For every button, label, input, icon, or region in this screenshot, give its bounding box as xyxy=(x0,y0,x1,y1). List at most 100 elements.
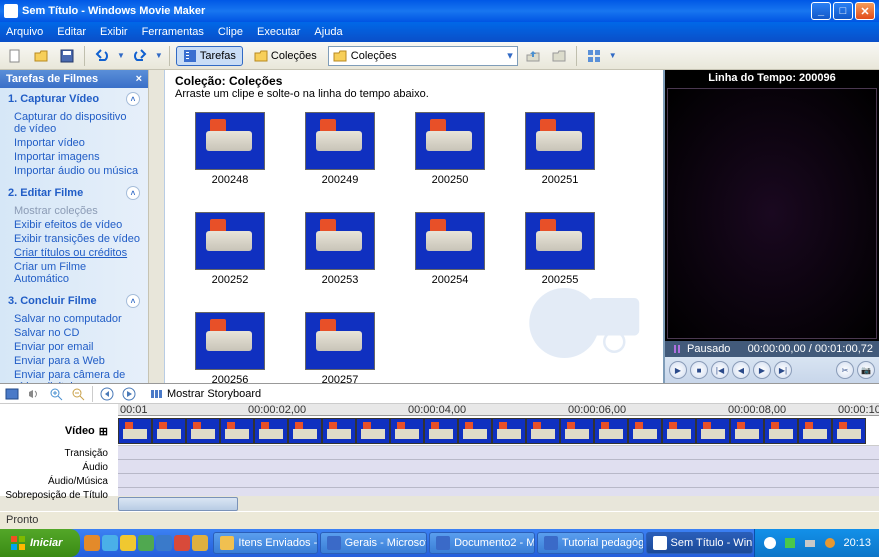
link-video-effects[interactable]: Exibir efeitos de vídeo xyxy=(8,218,140,232)
link-titles-credits[interactable]: Criar títulos ou créditos xyxy=(8,246,140,260)
clip-thumb[interactable]: 200248 xyxy=(175,112,285,212)
timeline-clip[interactable] xyxy=(186,418,220,444)
link-capture-device[interactable]: Capturar do dispositivo de vídeo xyxy=(8,110,140,136)
clip-thumb[interactable]: 200251 xyxy=(505,112,615,212)
link-send-web[interactable]: Enviar para a Web xyxy=(8,354,140,368)
start-button[interactable]: Iniciar xyxy=(0,529,80,557)
audiomusic-track[interactable] xyxy=(118,474,879,488)
link-send-email[interactable]: Enviar por email xyxy=(8,340,140,354)
taskbar-button[interactable]: Itens Enviados - Micr... xyxy=(213,532,317,554)
previous-frame-button[interactable]: ◀ xyxy=(732,361,750,379)
new-folder-button[interactable] xyxy=(548,45,570,67)
clip-thumb[interactable]: 200256 xyxy=(175,312,285,383)
view-dropdown-icon[interactable]: ▼ xyxy=(609,51,617,60)
menu-exibir[interactable]: Exibir xyxy=(100,26,128,38)
timeline-scrollbar[interactable] xyxy=(0,496,879,512)
quick-launch-icon[interactable] xyxy=(102,535,118,551)
quick-launch-icon[interactable] xyxy=(138,535,154,551)
up-level-button[interactable] xyxy=(522,45,544,67)
forward-end-button[interactable]: ▶| xyxy=(774,361,792,379)
timeline-tracks[interactable]: 00:01 00:00:02,00 00:00:04,00 00:00:06,0… xyxy=(118,404,879,496)
menu-editar[interactable]: Editar xyxy=(57,26,86,38)
timeline-toggle-button[interactable] xyxy=(4,386,20,402)
tray-icon[interactable] xyxy=(763,536,777,550)
show-storyboard-button[interactable]: Mostrar Storyboard xyxy=(143,384,268,404)
clock[interactable]: 20:13 xyxy=(843,537,871,549)
rewind-start-button[interactable]: |◀ xyxy=(711,361,729,379)
timeline-clip[interactable] xyxy=(764,418,798,444)
clip-thumb[interactable]: 200250 xyxy=(395,112,505,212)
narrate-button[interactable] xyxy=(26,386,42,402)
link-auto-movie[interactable]: Criar um Filme Automático xyxy=(8,260,140,286)
audio-track[interactable] xyxy=(118,460,879,474)
rewind-button[interactable] xyxy=(99,386,115,402)
menu-arquivo[interactable]: Arquivo xyxy=(6,26,43,38)
link-import-audio[interactable]: Importar áudio ou música xyxy=(8,164,140,178)
transition-track[interactable] xyxy=(118,446,879,460)
redo-button[interactable] xyxy=(129,45,151,67)
menu-ferramentas[interactable]: Ferramentas xyxy=(142,26,204,38)
timeline-clip[interactable] xyxy=(254,418,288,444)
timeline-clip[interactable] xyxy=(628,418,662,444)
sidebar-scrollbar[interactable] xyxy=(148,70,164,383)
collections-toggle[interactable]: Coleções xyxy=(247,46,324,66)
link-import-video[interactable]: Importar vídeo xyxy=(8,136,140,150)
quick-launch-icon[interactable] xyxy=(192,535,208,551)
zoom-in-button[interactable] xyxy=(48,386,64,402)
split-button[interactable]: ✂ xyxy=(836,361,854,379)
undo-dropdown-icon[interactable]: ▼ xyxy=(117,51,125,60)
play-timeline-button[interactable] xyxy=(121,386,137,402)
taskbar-button[interactable]: Tutorial pedagógico p... xyxy=(537,532,644,554)
section-capture[interactable]: 1. Capturar Vídeo˄ xyxy=(8,92,140,106)
timeline-clip[interactable] xyxy=(118,418,152,444)
timeline-clip[interactable] xyxy=(798,418,832,444)
timeline-clip[interactable] xyxy=(458,418,492,444)
timeline-clip[interactable] xyxy=(560,418,594,444)
timeline-clip[interactable] xyxy=(730,418,764,444)
link-show-collections[interactable]: Mostrar coleções xyxy=(8,204,140,218)
timeline-clip[interactable] xyxy=(356,418,390,444)
quick-launch-icon[interactable] xyxy=(84,535,100,551)
collection-dropdown[interactable]: Coleções ▾ xyxy=(328,46,518,66)
close-tasks-button[interactable]: × xyxy=(136,73,142,85)
section-finish[interactable]: 3. Concluir Filme˄ xyxy=(8,294,140,308)
timeline-clip[interactable] xyxy=(424,418,458,444)
clip-thumb[interactable]: 200249 xyxy=(285,112,395,212)
tasks-toggle[interactable]: Tarefas xyxy=(176,46,243,66)
new-button[interactable] xyxy=(4,45,26,67)
video-track[interactable] xyxy=(118,416,879,446)
next-frame-button[interactable]: ▶ xyxy=(753,361,771,379)
link-save-cd[interactable]: Salvar no CD xyxy=(8,326,140,340)
timeline-ruler[interactable]: 00:01 00:00:02,00 00:00:04,00 00:00:06,0… xyxy=(118,404,879,416)
undo-button[interactable] xyxy=(91,45,113,67)
timeline-clip[interactable] xyxy=(152,418,186,444)
stop-button[interactable]: ■ xyxy=(690,361,708,379)
view-button[interactable] xyxy=(583,45,605,67)
timeline-clip[interactable] xyxy=(662,418,696,444)
menu-executar[interactable]: Executar xyxy=(257,26,300,38)
clip-thumb[interactable]: 200253 xyxy=(285,212,395,312)
timeline-clip[interactable] xyxy=(696,418,730,444)
close-button[interactable]: ✕ xyxy=(855,2,875,20)
clip-thumb[interactable]: 200254 xyxy=(395,212,505,312)
redo-dropdown-icon[interactable]: ▼ xyxy=(155,51,163,60)
taskbar-button[interactable]: Documento2 - Micros... xyxy=(429,532,535,554)
snapshot-button[interactable]: 📷 xyxy=(857,361,875,379)
timeline-clip[interactable] xyxy=(594,418,628,444)
tray-icon[interactable] xyxy=(783,536,797,550)
menu-clipe[interactable]: Clipe xyxy=(218,26,243,38)
tray-icon[interactable] xyxy=(823,536,837,550)
clip-thumb[interactable]: 200252 xyxy=(175,212,285,312)
link-video-transitions[interactable]: Exibir transições de vídeo xyxy=(8,232,140,246)
menu-ajuda[interactable]: Ajuda xyxy=(314,26,342,38)
quick-launch-icon[interactable] xyxy=(120,535,136,551)
title-overlay-track[interactable] xyxy=(118,488,879,496)
timeline-clip[interactable] xyxy=(492,418,526,444)
link-send-camera[interactable]: Enviar para câmera de vídeo digital xyxy=(8,368,140,383)
timeline-clip[interactable] xyxy=(322,418,356,444)
timeline-clip[interactable] xyxy=(288,418,322,444)
timeline-clip[interactable] xyxy=(390,418,424,444)
timeline-clip[interactable] xyxy=(832,418,866,444)
save-button[interactable] xyxy=(56,45,78,67)
link-save-computer[interactable]: Salvar no computador xyxy=(8,312,140,326)
